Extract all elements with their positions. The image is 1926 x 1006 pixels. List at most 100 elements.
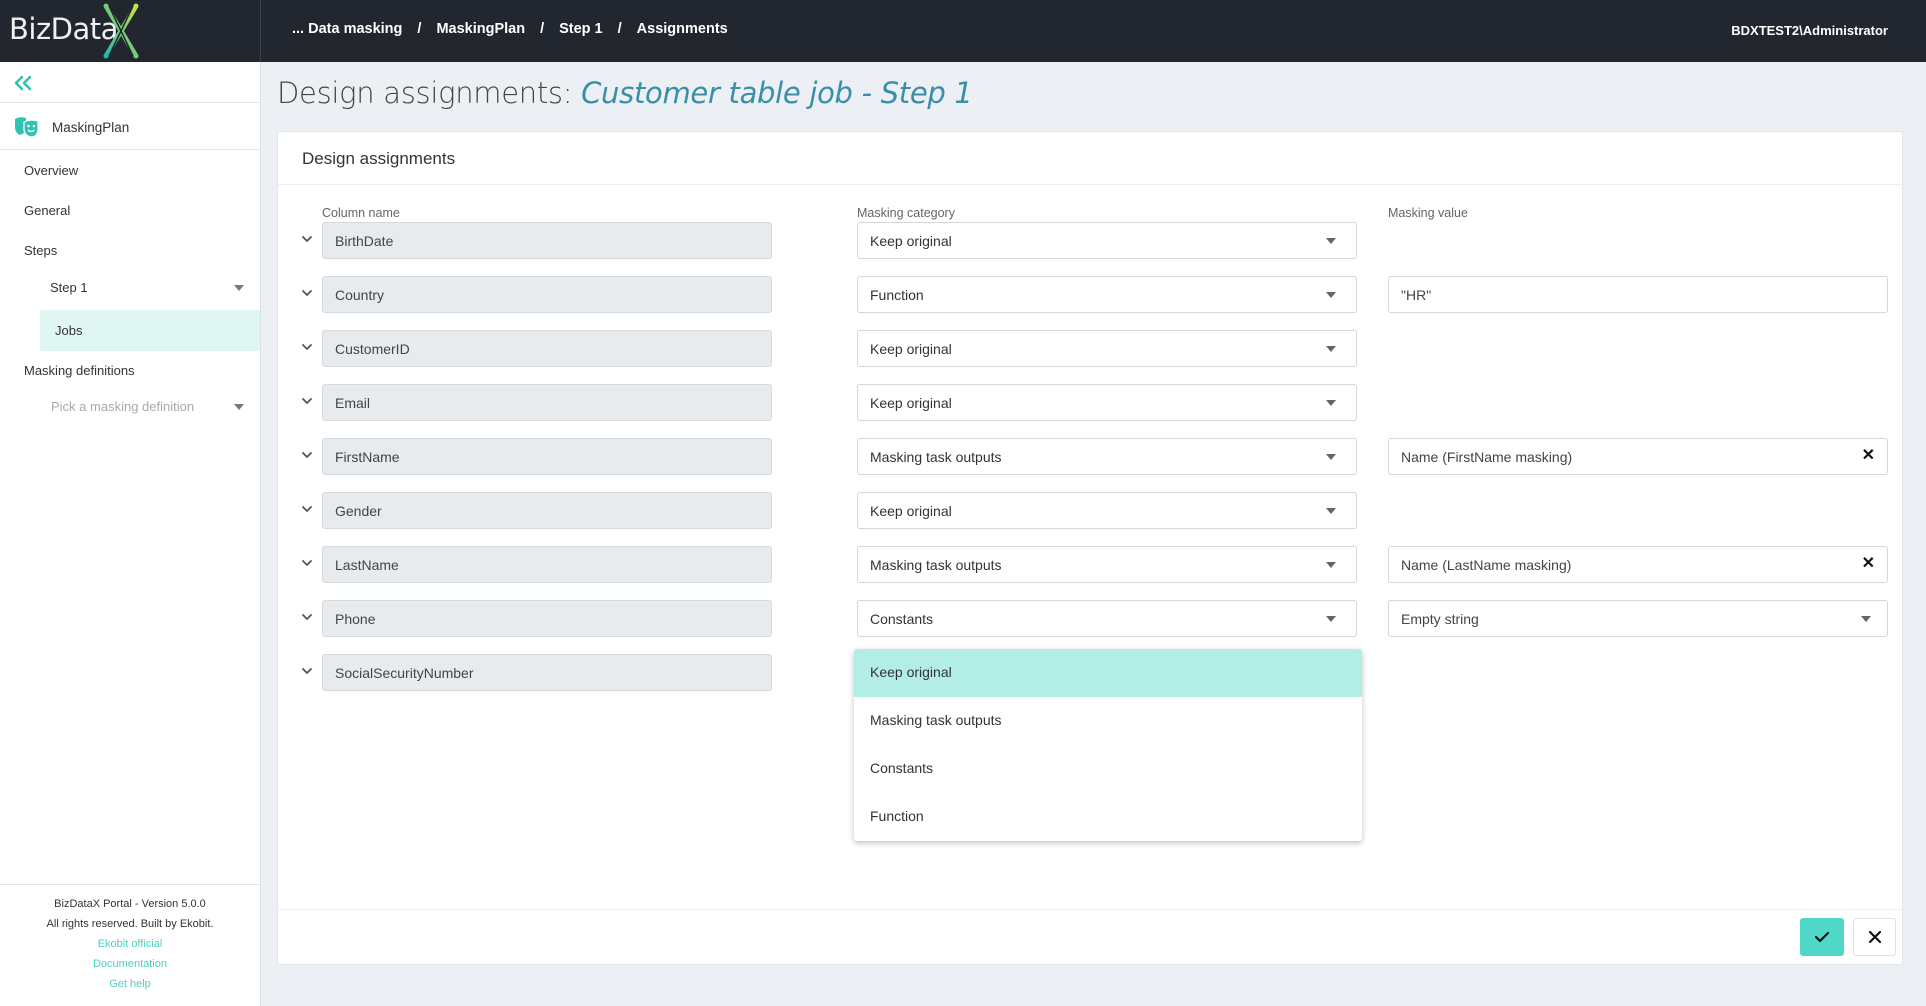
top-bar: BizData ... Data masking / MaskingPlan /… [0,0,1926,62]
masking-category-value: Keep original [870,503,952,519]
page-title: Design assignments: Customer table job -… [277,76,973,110]
masking-category-select[interactable]: Keep original [857,492,1357,529]
masking-definition-caret-icon[interactable] [234,404,244,410]
clear-value-icon[interactable]: ✕ [1862,448,1875,464]
caret-down-icon [1326,346,1336,352]
dropdown-option-function[interactable]: Function [854,793,1362,841]
dropdown-option-keep-original[interactable]: Keep original [854,649,1362,697]
expand-row-chevron-icon[interactable] [300,340,314,354]
assignment-row: BirthDate Keep original [278,222,1902,259]
rights-text: All rights reserved. Built by Ekobit. [46,918,214,930]
caret-down-icon [1326,508,1336,514]
assignment-row: Gender Keep original [278,492,1902,529]
column-name-field: SocialSecurityNumber [322,654,772,691]
assignment-row: CustomerID Keep original [278,330,1902,367]
expand-row-chevron-icon[interactable] [300,394,314,408]
masking-category-value: Keep original [870,341,952,357]
link-documentation[interactable]: Documentation [0,954,260,974]
masking-value-select[interactable]: Name (FirstName masking) ✕ [1388,438,1888,475]
cancel-button[interactable] [1853,918,1896,956]
sidebar-item-masking-definitions[interactable]: Masking definitions [24,363,135,378]
column-name-field: FirstName [322,438,772,475]
link-get-help[interactable]: Get help [0,974,260,994]
link-ekobit-official[interactable]: Ekobit official [0,934,260,954]
expand-row-chevron-icon[interactable] [300,232,314,246]
expand-row-chevron-icon[interactable] [300,502,314,516]
collapse-sidebar-button[interactable] [14,72,32,96]
masking-value-text: "HR" [1401,287,1432,303]
masking-value-select[interactable]: Name (LastName masking) ✕ [1388,546,1888,583]
assignment-row: LastName Masking task outputs Name (LastNa… [278,546,1902,583]
caret-down-icon [1326,562,1336,568]
caret-down-icon [1326,616,1336,622]
sidebar: MaskingPlan Overview General Steps Step … [0,62,261,1006]
sidebar-item-jobs[interactable]: Jobs [40,310,260,351]
masking-category-value: Constants [870,611,934,627]
masking-category-select[interactable]: Masking task outputs [857,438,1357,475]
breadcrumb-step[interactable]: Step 1 [559,21,603,37]
clear-value-icon[interactable]: ✕ [1862,556,1875,572]
column-name-field: CustomerID [322,330,772,367]
masking-category-select[interactable]: Keep original [857,330,1357,367]
divider [0,149,260,150]
masking-category-select[interactable]: Keep original [857,384,1357,421]
checkmark-icon [1815,931,1829,943]
masking-value-header: Masking value [1388,206,1468,220]
save-button[interactable] [1800,918,1844,956]
expand-row-chevron-icon[interactable] [300,286,314,300]
page-title-job: Customer table job - Step 1 [581,76,973,110]
user-name[interactable]: BDXTEST2\Administrator [1731,23,1888,38]
masking-category-value: Keep original [870,395,952,411]
sidebar-item-step-1[interactable]: Step 1 [50,280,88,295]
sidebar-footer: BizDataX Portal - Version 5.0.0 All righ… [0,894,260,994]
expand-row-chevron-icon[interactable] [300,664,314,678]
masking-definition-select[interactable]: Pick a masking definition [51,399,194,414]
double-chevron-left-icon [14,75,32,91]
close-icon [1868,931,1881,943]
masking-category-value: Function [870,287,924,303]
sidebar-item-steps[interactable]: Steps [24,243,57,258]
expand-row-chevron-icon[interactable] [300,610,314,624]
logo[interactable]: BizData [0,0,261,62]
divider [0,884,260,885]
masking-category-header: Masking category [857,206,955,220]
divider [278,184,1902,185]
masking-category-value: Keep original [870,233,952,249]
caret-down-icon [1861,616,1871,622]
column-name-field: LastName [322,546,772,583]
dropdown-option-masking-task-outputs[interactable]: Masking task outputs [854,697,1362,745]
version-text: BizDataX Portal - Version 5.0.0 [54,898,206,910]
masking-category-select[interactable]: Masking task outputs [857,546,1357,583]
masking-category-value: Masking task outputs [870,557,1002,573]
expand-row-chevron-icon[interactable] [300,448,314,462]
masking-value-select[interactable]: Empty string [1388,600,1888,637]
step-dropdown-caret-icon[interactable] [234,285,244,291]
sidebar-plan-header[interactable]: MaskingPlan [14,116,129,138]
breadcrumb-maskingplan[interactable]: MaskingPlan [436,21,525,37]
dropdown-option-constants[interactable]: Constants [854,745,1362,793]
masking-value-input[interactable]: "HR" [1388,276,1888,313]
sidebar-item-overview[interactable]: Overview [24,163,78,178]
expand-row-chevron-icon[interactable] [300,556,314,570]
logo-x-icon [103,3,139,59]
caret-down-icon [1326,454,1336,460]
masking-category-dropdown-menu: Keep original Masking task outputs Const… [854,649,1362,841]
masking-value-text: Empty string [1401,611,1479,627]
breadcrumb-separator: / [540,21,545,37]
sidebar-plan-label: MaskingPlan [52,119,130,135]
page-title-prefix: Design assignments: [277,76,582,110]
column-name-header: Column name [322,206,400,220]
sidebar-item-jobs-label: Jobs [55,323,83,338]
caret-down-icon [1326,238,1336,244]
masking-category-select[interactable]: Function [857,276,1357,313]
breadcrumb-data-masking[interactable]: ... Data masking [292,21,402,37]
sidebar-item-general[interactable]: General [24,203,70,218]
masking-value-text: Name (FirstName masking) [1401,449,1573,465]
column-name-field: Email [322,384,772,421]
divider [278,909,1902,910]
masking-category-select[interactable]: Keep original [857,222,1357,259]
breadcrumb: ... Data masking / MaskingPlan / Step 1 … [292,21,728,37]
caret-down-icon [1326,400,1336,406]
masking-category-value: Masking task outputs [870,449,1002,465]
masking-category-select[interactable]: Constants [857,600,1357,637]
